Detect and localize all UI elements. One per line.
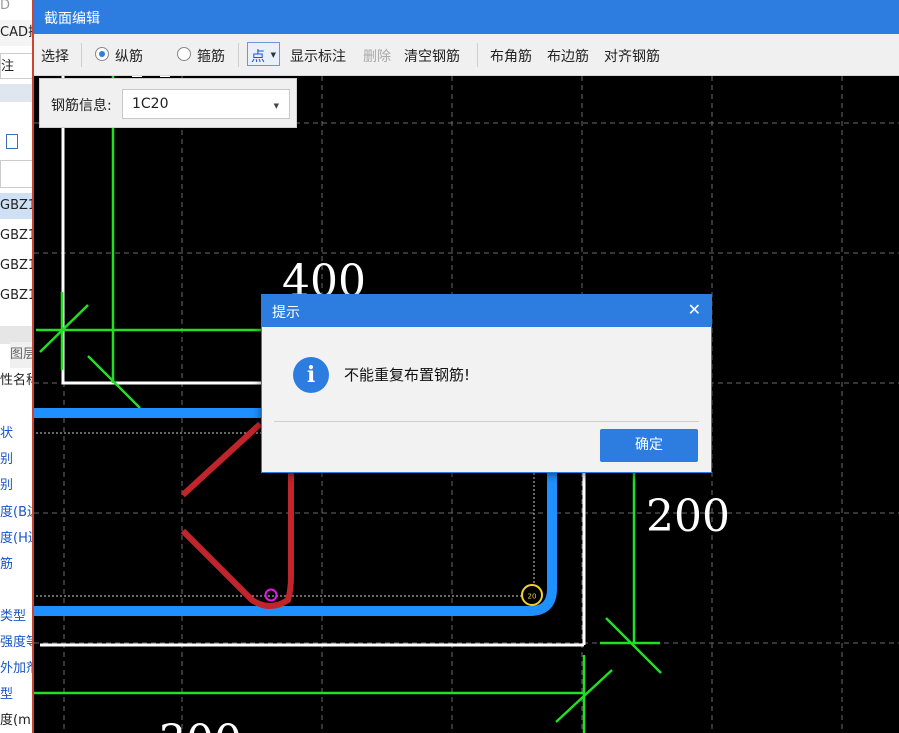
show-annotation-button[interactable]: 显示标注 — [290, 46, 346, 66]
prop-row[interactable]: 筋 — [0, 552, 32, 578]
prop-row[interactable]: 强度等 — [0, 630, 32, 656]
prop-row[interactable]: 型 — [0, 682, 32, 708]
chevron-down-icon: ▼ — [270, 51, 276, 59]
window-titlebar: 截面编辑 — [34, 0, 899, 34]
left-name-field[interactable]: 注 — [0, 53, 32, 79]
rebar-marker-magenta — [264, 588, 278, 602]
ok-button[interactable]: 确定 — [600, 429, 698, 462]
dialog-titlebar: 提示 ✕ — [262, 295, 711, 327]
edge-rebar-button[interactable]: 布边筋 — [547, 46, 589, 66]
radio-stirrup-label[interactable]: 箍筋 — [197, 46, 225, 66]
point-mode-dropdown[interactable]: 点 ▼ — [247, 42, 280, 66]
prop-row[interactable]: 度(H边 — [0, 526, 32, 552]
list-item[interactable]: GBZ1 — [0, 253, 32, 279]
dialog-title: 提示 — [272, 305, 300, 321]
left-top-item: D — [0, 0, 11, 13]
left-search-input[interactable] — [0, 160, 32, 188]
info-icon: i — [293, 357, 329, 393]
prop-row[interactable]: 状 — [0, 421, 32, 447]
prop-row[interactable]: 别 — [0, 473, 32, 499]
prop-row[interactable]: 别 — [0, 447, 32, 473]
corner-rebar-button[interactable]: 布角筋 — [490, 46, 532, 66]
list-item[interactable]: GBZ1 — [0, 223, 32, 249]
alert-dialog: 提示 ✕ i 不能重复布置钢筋! 确定 — [261, 294, 712, 473]
dimension-200: 200 — [646, 491, 730, 542]
tab-layers[interactable]: 图层 — [10, 342, 32, 368]
dialog-divider — [274, 421, 699, 422]
clear-rebar-button[interactable]: 清空钢筋 — [404, 46, 460, 66]
left-cad-tab[interactable]: CAD拉 — [0, 20, 32, 46]
delete-button[interactable]: 删除 — [363, 46, 391, 66]
left-header-strip — [0, 84, 32, 102]
prop-header: 性名称 — [0, 373, 32, 388]
list-item[interactable]: GBZ1 — [0, 193, 32, 219]
prop-row[interactable]: 度(m) — [0, 708, 32, 733]
toolbar-separator — [477, 43, 478, 67]
rebar-info-label: 钢筋信息: — [51, 98, 112, 114]
dimension-300: 300 — [158, 716, 242, 733]
list-item[interactable]: GBZ1 — [0, 283, 32, 309]
rebar-info-value: 1C20 — [132, 96, 169, 112]
left-panel: D CAD拉 注 GBZ1 GBZ1 GBZ1 GBZ1 图层 性名称 状 别 … — [0, 0, 34, 733]
marker-label: 20 — [528, 593, 537, 601]
rebar-info-panel: 钢筋信息: 1C20 ▼ — [39, 78, 297, 128]
align-rebar-button[interactable]: 对齐钢筋 — [604, 46, 660, 66]
partial-dimension-top — [132, 76, 170, 77]
point-mode-label: 点 — [251, 49, 265, 65]
toolbar-separator — [81, 43, 82, 67]
prop-row[interactable]: 度(B边 — [0, 500, 32, 526]
radio-longitudinal[interactable] — [95, 47, 109, 61]
prop-row[interactable]: 外加剂 — [0, 656, 32, 682]
close-icon[interactable]: ✕ — [688, 300, 701, 319]
chevron-down-icon[interactable]: ▼ — [274, 102, 279, 110]
select-button[interactable]: 选择 — [41, 46, 69, 66]
toolbar: 选择 纵筋 箍筋 点 ▼ 显示标注 删除 清空钢筋 布角筋 布边筋 对齐钢筋 — [34, 34, 899, 76]
rebar-info-combobox[interactable]: 1C20 ▼ — [122, 89, 290, 119]
dialog-message: 不能重复布置钢筋! — [344, 366, 471, 384]
window-title: 截面编辑 — [44, 11, 100, 27]
document-icon[interactable] — [6, 134, 18, 149]
toolbar-separator — [238, 43, 239, 67]
radio-stirrup[interactable] — [177, 47, 191, 61]
radio-longitudinal-label[interactable]: 纵筋 — [115, 46, 143, 66]
prop-row[interactable]: 类型 — [0, 604, 32, 630]
